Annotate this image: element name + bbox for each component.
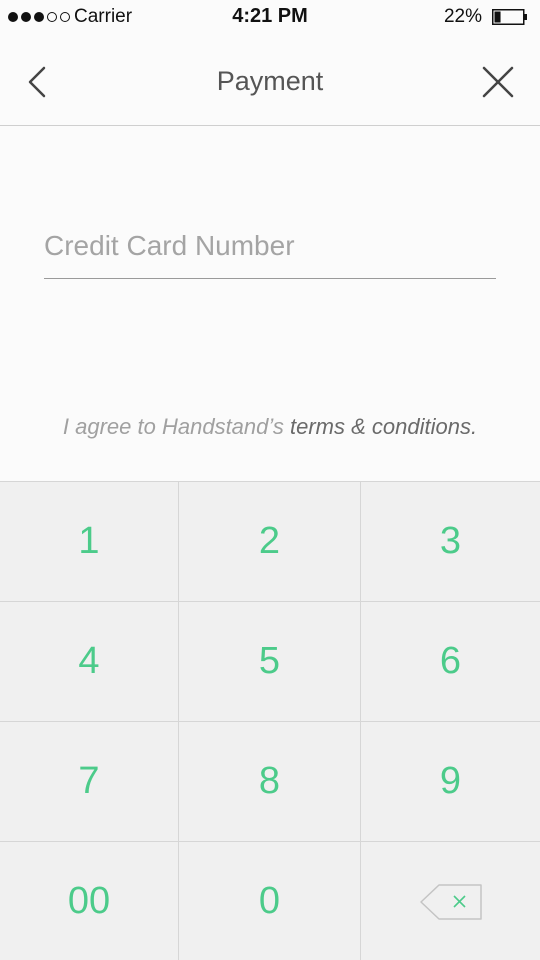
page-title: Payment xyxy=(216,66,324,96)
key-1[interactable]: 1 xyxy=(0,482,179,602)
backspace-key[interactable] xyxy=(361,842,540,960)
terms-agreement: I agree to Handstand’s terms & condition… xyxy=(0,414,540,440)
key-8[interactable]: 8 xyxy=(179,722,361,842)
key-9[interactable]: 9 xyxy=(361,722,540,842)
key-00[interactable]: 00 xyxy=(0,842,179,960)
credit-card-input[interactable] xyxy=(44,216,496,276)
terms-text: I agree to Handstand’s xyxy=(62,414,290,439)
payment-screen: Carrier 4:21 PM 22% Payment I agree to H… xyxy=(0,0,540,960)
key-4[interactable]: 4 xyxy=(0,602,179,722)
numeric-keypad: 1 2 3 4 5 6 7 8 9 00 0 xyxy=(0,481,540,960)
key-3[interactable]: 3 xyxy=(361,482,540,602)
nav-bar: Payment xyxy=(0,36,540,126)
close-icon[interactable] xyxy=(480,64,516,100)
key-2[interactable]: 2 xyxy=(179,482,361,602)
key-6[interactable]: 6 xyxy=(361,602,540,722)
status-bar: Carrier 4:21 PM 22% xyxy=(0,0,540,36)
terms-link[interactable]: terms & conditions. xyxy=(290,414,477,439)
battery-icon xyxy=(492,9,527,25)
credit-card-field xyxy=(44,216,496,279)
battery-percentage: 22% xyxy=(443,6,482,27)
key-7[interactable]: 7 xyxy=(0,722,179,842)
key-0[interactable]: 0 xyxy=(179,842,361,960)
key-5[interactable]: 5 xyxy=(179,602,361,722)
backspace-icon xyxy=(419,883,482,920)
